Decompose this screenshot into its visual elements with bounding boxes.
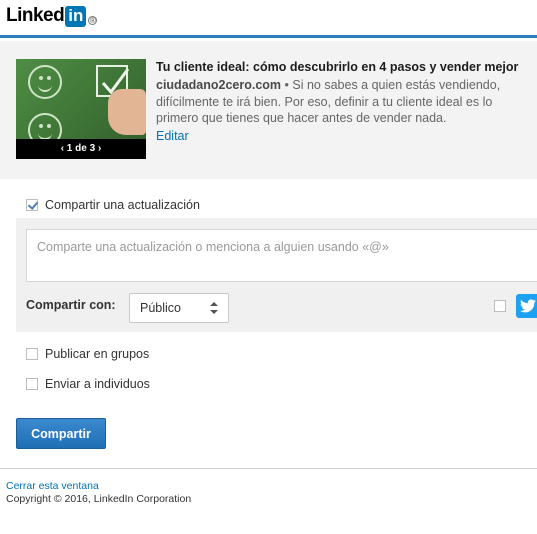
header: Linked in ®: [0, 0, 537, 38]
post-groups-label: Publicar en grupos: [45, 347, 150, 361]
logo-in-badge: in: [65, 5, 87, 27]
visibility-select[interactable]: Público: [129, 293, 229, 323]
smiley-icon: [28, 65, 62, 99]
separator: •: [281, 78, 293, 92]
send-individuals-label: Enviar a individuos: [45, 377, 150, 391]
visibility-value: Público: [140, 301, 181, 315]
send-individuals-option[interactable]: Enviar a individuos: [26, 377, 150, 391]
share-button[interactable]: Compartir: [16, 418, 106, 449]
share-panel: Compartir con: Público: [16, 218, 537, 332]
article-title: Tu cliente ideal: cómo descubrirlo en 4 …: [156, 60, 519, 74]
chalkboard-image: [16, 59, 146, 147]
send-individuals-checkbox[interactable]: [26, 378, 38, 390]
share-update-label: Compartir una actualización: [45, 198, 200, 212]
article-info: Tu cliente ideal: cómo descubrirlo en 4 …: [156, 59, 537, 145]
article-description: ciudadano2cero.com • Si no sabes a quien…: [156, 77, 537, 127]
copyright-text: Copyright © 2016, LinkedIn Corporation: [6, 493, 192, 505]
post-groups-option[interactable]: Publicar en grupos: [26, 347, 149, 361]
logo-text: Linked: [6, 5, 65, 26]
edit-link[interactable]: Editar: [156, 128, 189, 145]
hand-image: [108, 89, 146, 135]
preview-thumbnail[interactable]: ‹ 1 de 3 ›: [16, 59, 146, 159]
link-preview: ‹ 1 de 3 › Tu cliente ideal: cómo descub…: [0, 41, 537, 179]
twitter-checkbox[interactable]: [494, 300, 506, 312]
select-arrows-icon: [210, 302, 218, 314]
share-with-label: Compartir con:: [26, 298, 116, 312]
twitter-icon[interactable]: [516, 294, 537, 318]
registered-icon: ®: [88, 15, 98, 25]
post-groups-checkbox[interactable]: [26, 348, 38, 360]
close-window-link[interactable]: Cerrar esta ventana: [6, 480, 99, 492]
share-update-option[interactable]: Compartir una actualización: [26, 198, 200, 212]
divider: [0, 468, 537, 469]
share-update-checkbox[interactable]: [26, 199, 38, 211]
image-pager[interactable]: ‹ 1 de 3 ›: [16, 139, 146, 159]
linkedin-logo[interactable]: Linked in ®: [6, 5, 98, 27]
article-domain: ciudadano2cero.com: [156, 78, 282, 92]
share-update-input[interactable]: [26, 229, 537, 282]
